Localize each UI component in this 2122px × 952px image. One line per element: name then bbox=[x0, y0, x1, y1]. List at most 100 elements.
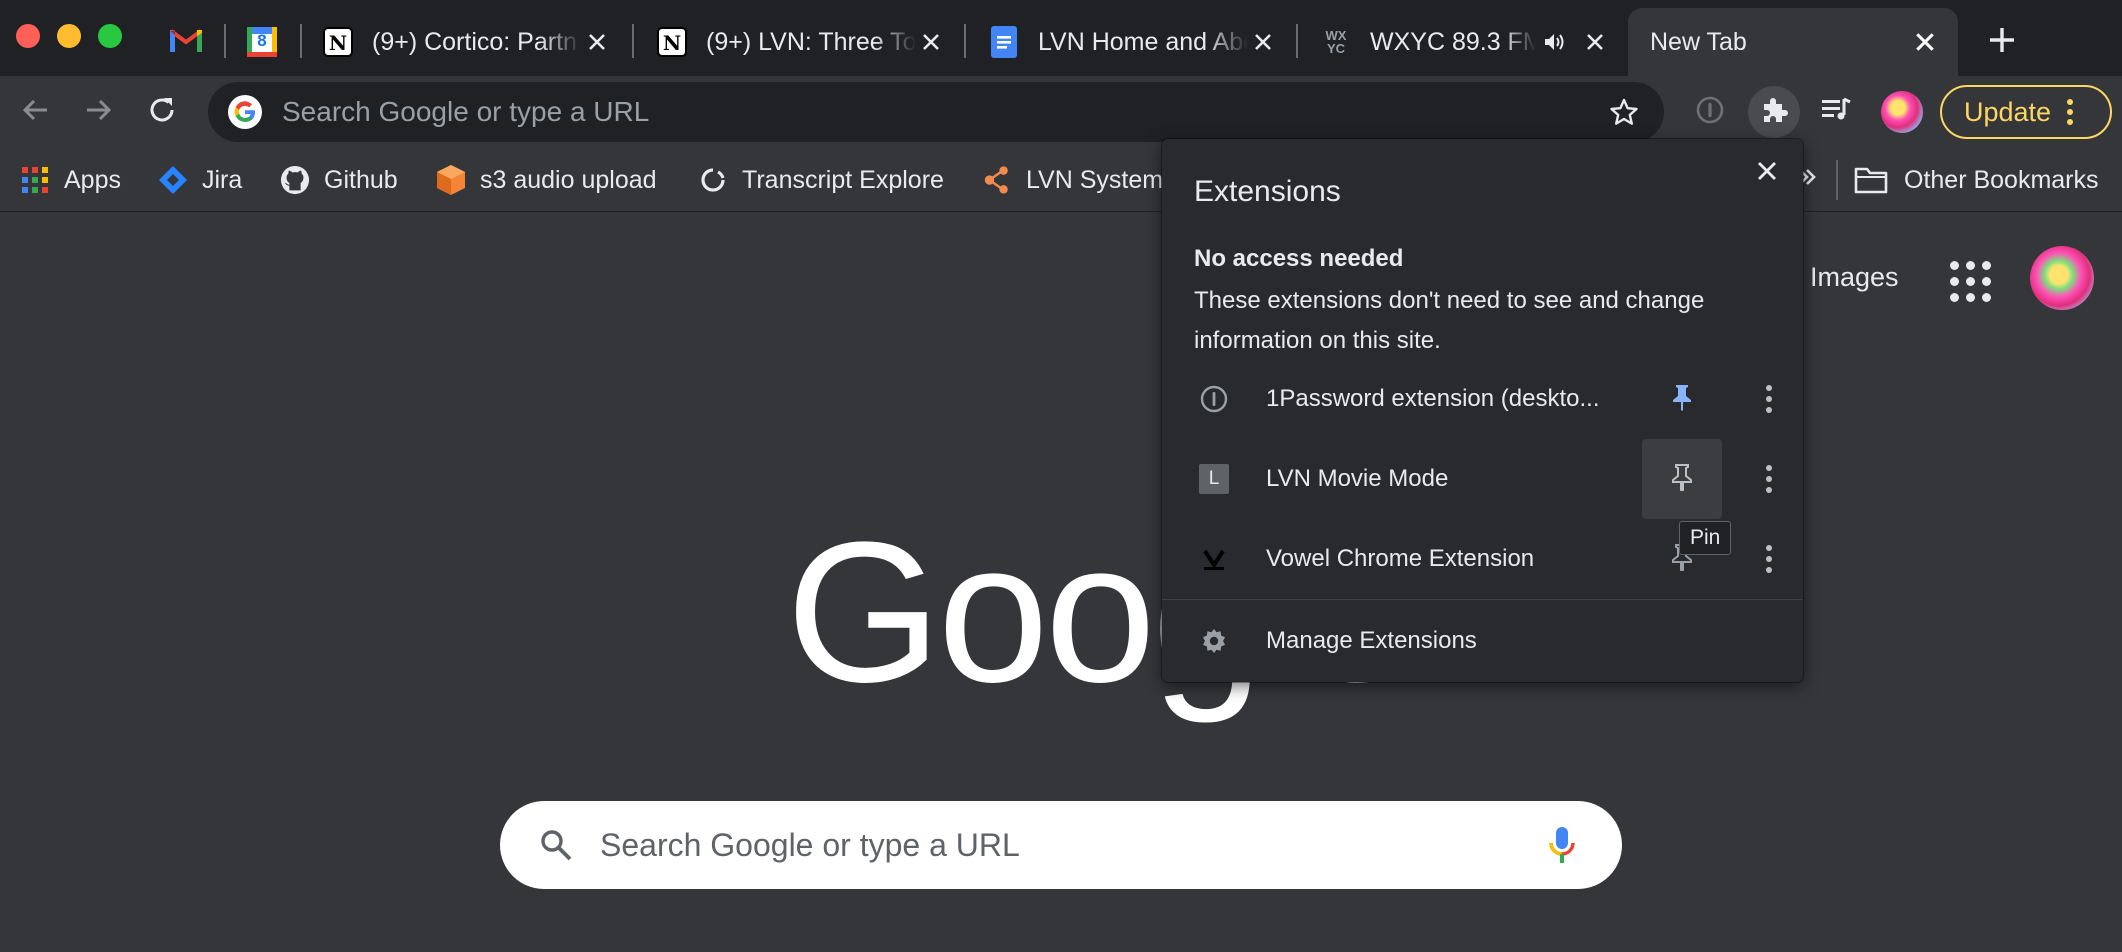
close-icon[interactable] bbox=[1751, 155, 1783, 187]
more-options-icon[interactable] bbox=[1754, 537, 1784, 581]
bookmark-star-icon[interactable] bbox=[1602, 90, 1646, 134]
reload-button[interactable] bbox=[136, 86, 188, 138]
notion-icon: N bbox=[656, 26, 688, 58]
tab-title: (9+) LVN: Three To bbox=[706, 27, 916, 56]
microphone-icon[interactable] bbox=[1542, 825, 1582, 865]
folder-icon bbox=[1854, 165, 1888, 195]
arrow-right-icon bbox=[83, 95, 113, 130]
avatar bbox=[1881, 91, 1923, 133]
tab-strip: 8 N (9+) Cortico: Partn N (9+) LVN: Thre… bbox=[0, 0, 2122, 76]
gear-icon bbox=[1198, 625, 1230, 657]
search-box[interactable]: Search Google or type a URL bbox=[500, 801, 1622, 889]
tab-close-icon[interactable] bbox=[916, 27, 946, 57]
calendar-icon: 8 bbox=[246, 26, 278, 58]
bookmark-label: Jira bbox=[202, 165, 243, 194]
playlist-music-icon bbox=[1820, 95, 1852, 130]
omnibox-placeholder: Search Google or type a URL bbox=[282, 96, 650, 127]
transcript-icon bbox=[698, 165, 728, 195]
media-control-button[interactable] bbox=[1810, 86, 1862, 138]
calendar-day: 8 bbox=[257, 31, 267, 50]
bookmark-label: Apps bbox=[64, 165, 121, 194]
tab-calendar[interactable]: 8 bbox=[232, 14, 292, 70]
vowel-icon bbox=[1198, 543, 1230, 575]
s3-icon bbox=[436, 165, 466, 195]
bookmark-label: Github bbox=[324, 165, 398, 194]
bookmark-apps[interactable]: Apps bbox=[20, 158, 121, 202]
github-icon bbox=[280, 165, 310, 195]
tab-close-icon[interactable] bbox=[1248, 27, 1278, 57]
bookmark-label: LVN System bbox=[1026, 165, 1164, 194]
tab-cortico[interactable]: N (9+) Cortico: Partn bbox=[300, 8, 630, 76]
window-minimize-button[interactable] bbox=[57, 24, 81, 48]
more-options-icon[interactable] bbox=[1754, 457, 1784, 501]
plus-icon bbox=[1987, 25, 2017, 60]
window-close-button[interactable] bbox=[16, 24, 40, 48]
back-button[interactable] bbox=[10, 86, 62, 138]
bookmarks-bar: Apps Jira Github s3 audio upload Transcr… bbox=[0, 148, 2122, 212]
docs-icon bbox=[988, 26, 1020, 58]
bookmark-jira[interactable]: Jira bbox=[158, 158, 242, 202]
bookmark-transcript-explore[interactable]: Transcript Explore bbox=[698, 158, 944, 202]
bookmark-label: s3 audio upload bbox=[480, 165, 657, 194]
avatar[interactable] bbox=[2030, 246, 2094, 310]
extension-name: Vowel Chrome Extension bbox=[1266, 545, 1535, 572]
tab-title: WXYC 89.3 FM bbox=[1370, 27, 1536, 56]
tab-lvn-home[interactable]: LVN Home and Abo bbox=[966, 8, 1296, 76]
tab-lvn-three[interactable]: N (9+) LVN: Three To bbox=[634, 8, 964, 76]
svg-text:N: N bbox=[329, 31, 347, 55]
forward-button[interactable] bbox=[72, 86, 124, 138]
lvn-system-icon bbox=[982, 165, 1012, 195]
google-apps-icon[interactable] bbox=[1946, 257, 1991, 302]
lvn-movie-mode-icon: L bbox=[1198, 463, 1230, 495]
speaker-icon[interactable] bbox=[1542, 30, 1566, 54]
toolbar: Search Google or type a URL Update bbox=[0, 76, 2122, 148]
bookmark-other-bookmarks[interactable]: Other Bookmarks bbox=[1854, 158, 2099, 202]
pin-outline-icon bbox=[1671, 463, 1693, 496]
tab-close-icon[interactable] bbox=[1580, 27, 1610, 57]
pin-button[interactable] bbox=[1642, 359, 1722, 439]
extension-name: LVN Movie Mode bbox=[1266, 465, 1449, 492]
notion-icon: N bbox=[322, 26, 354, 58]
pin-tooltip: Pin bbox=[1679, 521, 1732, 555]
apps-grid-icon bbox=[20, 165, 50, 195]
new-tab-page: Images Google Search Google or type a UR… bbox=[0, 213, 2122, 952]
omnibox[interactable]: Search Google or type a URL bbox=[208, 82, 1664, 142]
tab-title: (9+) Cortico: Partn bbox=[372, 27, 577, 56]
svg-text:N: N bbox=[663, 31, 681, 55]
new-tab-button[interactable] bbox=[1980, 20, 2024, 64]
bookmark-s3-audio-upload[interactable]: s3 audio upload bbox=[436, 158, 657, 202]
tab-gmail[interactable] bbox=[156, 14, 216, 70]
images-link[interactable]: Images bbox=[1810, 262, 1899, 293]
tab-close-icon[interactable] bbox=[582, 27, 612, 57]
extensions-popup: Extensions No access needed These extens… bbox=[1162, 139, 1803, 682]
extension-row-lvn-movie-mode[interactable]: L LVN Movie Mode bbox=[1162, 439, 1803, 519]
pin-filled-icon bbox=[1671, 383, 1693, 416]
tab-title: LVN Home and Abo bbox=[1038, 27, 1248, 56]
bookmark-github[interactable]: Github bbox=[280, 158, 398, 202]
onepassword-toolbar-button[interactable] bbox=[1684, 86, 1736, 138]
extension-row-1password[interactable]: 1Password extension (deskto... bbox=[1162, 359, 1803, 439]
bookmark-lvn-system[interactable]: LVN System bbox=[982, 158, 1163, 202]
window-maximize-button[interactable] bbox=[98, 24, 122, 48]
gmail-icon bbox=[169, 27, 203, 58]
tab-title: New Tab bbox=[1650, 27, 1747, 56]
section-title: No access needed bbox=[1194, 245, 1404, 272]
search-icon bbox=[536, 825, 576, 865]
wxyc-icon: WX YC bbox=[1320, 26, 1352, 58]
tab-wxyc[interactable]: WX YC WXYC 89.3 FM bbox=[1298, 8, 1628, 76]
more-options-icon[interactable] bbox=[1754, 377, 1784, 421]
manage-extensions-label: Manage Extensions bbox=[1266, 627, 1477, 654]
onepassword-icon bbox=[1198, 383, 1230, 415]
pin-button[interactable] bbox=[1642, 439, 1722, 519]
update-button[interactable]: Update bbox=[1940, 85, 2112, 139]
profile-button[interactable] bbox=[1876, 86, 1928, 138]
extension-name: 1Password extension (deskto... bbox=[1266, 385, 1600, 412]
tab-close-icon[interactable] bbox=[1910, 27, 1940, 57]
bookmark-label: Transcript Explore bbox=[742, 165, 944, 194]
tab-new-tab[interactable]: New Tab bbox=[1628, 8, 1958, 76]
manage-extensions-button[interactable]: Manage Extensions bbox=[1162, 601, 1803, 681]
bookmark-label: Other Bookmarks bbox=[1904, 165, 2099, 194]
extensions-button[interactable] bbox=[1748, 86, 1800, 138]
google-g-icon bbox=[228, 95, 262, 129]
update-label: Update bbox=[1964, 96, 2052, 127]
